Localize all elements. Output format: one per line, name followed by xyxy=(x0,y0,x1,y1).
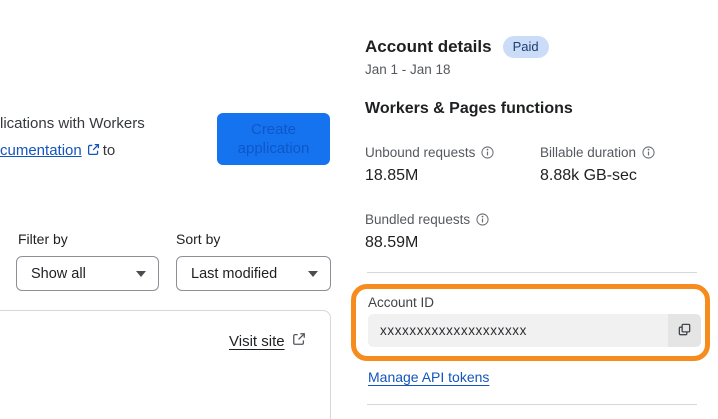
sort-dropdown[interactable]: Last modified xyxy=(176,256,331,291)
sort-by-label: Sort by xyxy=(176,231,221,247)
divider xyxy=(367,404,697,405)
manage-api-tokens-link[interactable]: Manage API tokens xyxy=(368,369,489,385)
visit-site-label: Visit site xyxy=(229,332,285,350)
documentation-link[interactable]: cumentation xyxy=(0,142,82,159)
filter-dropdown-value: Show all xyxy=(31,265,86,282)
info-icon[interactable] xyxy=(476,213,489,226)
plan-badge: Paid xyxy=(502,36,549,58)
filter-by-label: Filter by xyxy=(18,231,68,247)
create-application-button[interactable]: Create application xyxy=(217,113,330,165)
intro-line-1: lications with Workers xyxy=(0,115,145,132)
intro-after-link: to xyxy=(102,142,116,159)
intro-line-2: cumentation to xyxy=(0,137,210,165)
account-details-title: Account details xyxy=(365,37,492,56)
external-link-icon xyxy=(292,332,306,350)
unbound-requests-label: Unbound requests xyxy=(365,145,494,160)
chevron-down-icon xyxy=(136,270,146,277)
functions-section-title: Workers & Pages functions xyxy=(365,100,573,117)
create-application-label: Create application xyxy=(237,121,310,157)
account-details-heading: Account details Paid xyxy=(365,36,549,58)
project-card xyxy=(0,310,331,419)
info-icon[interactable] xyxy=(481,146,494,159)
account-id-label: Account ID xyxy=(368,295,435,310)
copy-button[interactable] xyxy=(668,314,701,347)
bundled-requests-value: 88.59M xyxy=(365,234,419,251)
filter-dropdown[interactable]: Show all xyxy=(16,256,159,291)
unbound-requests-value: 18.85M xyxy=(365,167,419,184)
billable-duration-label: Billable duration xyxy=(540,145,655,160)
account-id-field xyxy=(368,314,701,347)
divider xyxy=(367,272,697,273)
workers-pages-dashboard: lications with Workers cumentation to Cre… xyxy=(0,0,718,419)
intro-text: lications with Workers cumentation to xyxy=(0,110,210,165)
account-id-input[interactable] xyxy=(368,314,668,347)
billable-duration-value: 8.88k GB-sec xyxy=(540,167,637,184)
bundled-requests-label: Bundled requests xyxy=(365,212,489,227)
external-link-icon xyxy=(87,138,100,165)
date-range: Jan 1 - Jan 18 xyxy=(365,62,451,77)
chevron-down-icon xyxy=(308,270,318,277)
sort-dropdown-value: Last modified xyxy=(191,265,278,282)
info-icon[interactable] xyxy=(642,146,655,159)
visit-site-link[interactable]: Visit site xyxy=(229,332,309,350)
copy-icon xyxy=(677,322,692,340)
